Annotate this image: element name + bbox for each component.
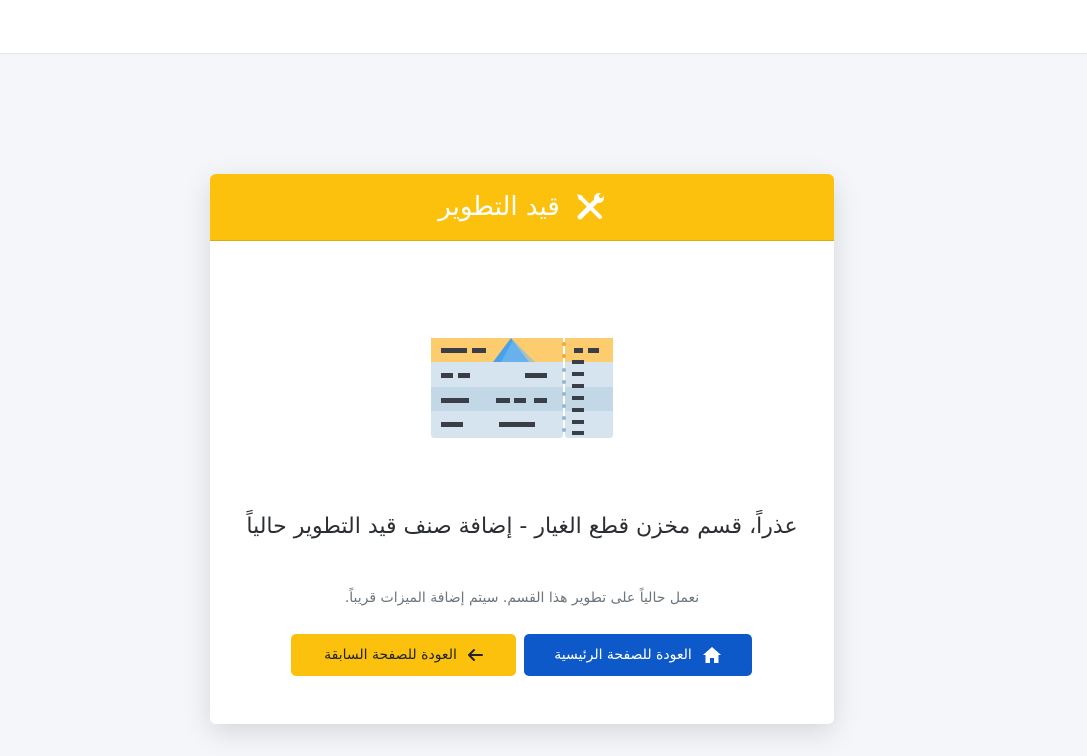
back-button[interactable]: العودة للصفحة السابقة	[291, 634, 516, 676]
tools-icon	[574, 191, 606, 223]
arrow-left-icon	[467, 648, 483, 662]
card-title: قيد التطوير	[438, 192, 560, 222]
under-development-card: قيد التطوير عذراً، قسم مخزن قطع الغيار -…	[210, 174, 834, 724]
home-button[interactable]: العودة للصفحة الرئيسية	[524, 634, 752, 676]
boarding-ticket-icon	[431, 338, 613, 438]
under-development-subtitle: نعمل حالياً على تطوير هذا القسم. سيتم إض…	[344, 590, 700, 606]
home-icon	[702, 646, 722, 664]
under-development-message: عذراً، قسم مخزن قطع الغيار - إضافة صنف ق…	[246, 514, 798, 539]
back-button-label: العودة للصفحة السابقة	[324, 647, 457, 663]
top-navbar	[0, 0, 1087, 54]
home-button-label: العودة للصفحة الرئيسية	[554, 647, 692, 663]
card-header: قيد التطوير	[210, 174, 834, 241]
